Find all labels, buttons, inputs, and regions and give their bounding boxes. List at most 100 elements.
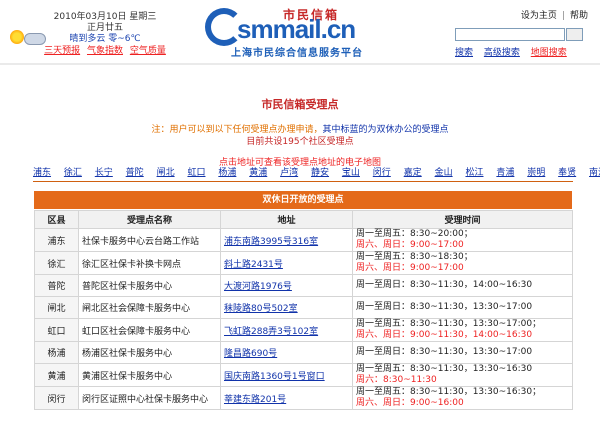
- row-address: 隆昌路690号: [220, 341, 353, 364]
- row-hours: 周一至周五：8:30~20:00； 周六、周日：9:00~17:00: [352, 228, 573, 252]
- help-link[interactable]: 帮助: [570, 11, 588, 21]
- row-address: 秣陵路80号502室: [220, 296, 353, 319]
- sun-icon: [10, 30, 24, 44]
- col-header-address: 地址: [220, 210, 353, 229]
- col-header-district: 区县: [34, 210, 79, 229]
- weather-summary: 晴到多云 零~6℃: [69, 34, 141, 44]
- district-link[interactable]: 长宁: [95, 165, 113, 178]
- row-district: 浦东: [34, 228, 79, 252]
- advanced-search-link[interactable]: 高级搜索: [484, 48, 520, 58]
- district-link[interactable]: 虹口: [187, 165, 205, 178]
- hours-weekday: 周一至周五：8:30~11:30，13:30~16:30: [356, 364, 533, 374]
- row-center-name: 普陀区社保卡服务中心: [78, 274, 221, 297]
- district-link[interactable]: 普陀: [126, 165, 144, 178]
- weather-link-forecast[interactable]: 三天预报: [44, 46, 80, 56]
- hours-weekday: 周一至周日：8:30~11:30，13:30~17:00: [356, 302, 533, 312]
- row-center-name: 闸北区社会保障卡服务中心: [78, 296, 221, 319]
- site-logo[interactable]: 市民信箱 smmail.cn 上海市民综合信息服务平台: [205, 6, 405, 59]
- address-map-link[interactable]: 斜土路2431号: [224, 260, 283, 270]
- hours-weekday: 周一至周五：8:30~11:30，13:30~16:30；: [356, 387, 542, 397]
- district-link[interactable]: 闵行: [373, 165, 391, 178]
- weather-row: 晴到多云 零~6℃: [0, 30, 210, 46]
- address-map-link[interactable]: 莘建东路201号: [224, 395, 286, 405]
- row-hours: 周一至周日：8:30~11:30，14:00~16:30: [352, 274, 573, 297]
- centers-table: 区县 受理点名称 地址 受理时间 浦东 社保卡服务中心云台路工作站 浦东南路39…: [34, 210, 573, 410]
- weather-link-index[interactable]: 气象指数: [87, 46, 123, 56]
- row-hours: 周一至周日：8:30~11:30，13:30~17:00: [352, 296, 573, 319]
- table-row: 闵行 闵行区证照中心社保卡服务中心 莘建东路201号 周一至周五：8:30~11…: [34, 386, 573, 410]
- row-center-name: 徐汇区社保卡补换卡网点: [78, 251, 221, 275]
- cloud-icon: [24, 33, 46, 45]
- table-header-row: 区县 受理点名称 地址 受理时间: [34, 210, 573, 229]
- hours-weekday: 周一至周五：8:30~20:00；: [356, 229, 473, 239]
- row-district: 普陀: [34, 274, 79, 297]
- search-submit-button[interactable]: [566, 28, 583, 41]
- district-link[interactable]: 卢湾: [280, 165, 298, 178]
- row-center-name: 闵行区证照中心社保卡服务中心: [78, 386, 221, 410]
- district-link[interactable]: 松江: [465, 165, 483, 178]
- top-links: 设为主页 | 帮助: [521, 8, 588, 21]
- weather-links: 三天预报 气象指数 空气质量: [0, 46, 210, 57]
- hours-weekend: 周六、周日：9:00~17:00: [356, 240, 464, 250]
- district-link[interactable]: 金山: [435, 165, 453, 178]
- address-map-link[interactable]: 国庆南路1360号1号窗口: [224, 372, 325, 382]
- district-link[interactable]: 南汇: [589, 165, 600, 178]
- hours-weekday: 周一至周日：8:30~11:30，14:00~16:30: [356, 280, 533, 290]
- address-map-link[interactable]: 隆昌路690号: [224, 349, 277, 359]
- table-row: 浦东 社保卡服务中心云台路工作站 浦东南路3995号316室 周一至周五：8:3…: [34, 228, 573, 252]
- district-link[interactable]: 徐汇: [64, 165, 82, 178]
- search-input[interactable]: [455, 28, 565, 41]
- logo-subtitle: 上海市民综合信息服务平台: [231, 48, 363, 59]
- table-row: 黄浦 黄浦区社保卡服务中心 国庆南路1360号1号窗口 周一至周五：8:30~1…: [34, 363, 573, 387]
- header-divider: [0, 63, 600, 65]
- col-header-hours: 受理时间: [352, 210, 573, 229]
- row-address: 莘建东路201号: [220, 386, 353, 410]
- row-district: 黄浦: [34, 363, 79, 387]
- weather-link-air[interactable]: 空气质量: [130, 46, 166, 56]
- row-center-name: 杨浦区社保卡服务中心: [78, 341, 221, 364]
- top-links-separator: |: [561, 11, 565, 21]
- district-link[interactable]: 闸北: [157, 165, 175, 178]
- row-center-name: 黄浦区社保卡服务中心: [78, 363, 221, 387]
- row-address: 飞虹路288弄3号102室: [220, 318, 353, 342]
- table-row: 虹口 虹口区社会保障卡服务中心 飞虹路288弄3号102室 周一至周五：8:30…: [34, 318, 573, 342]
- hours-weekend: 周六、周日：9:00~17:00: [356, 263, 464, 273]
- centers-table-wrap: 区县 受理点名称 地址 受理时间 浦东 社保卡服务中心云台路工作站 浦东南路39…: [34, 210, 573, 410]
- map-search-link[interactable]: 地图搜索: [531, 48, 567, 58]
- table-banner: 双休日开放的受理点: [34, 191, 572, 209]
- page-title: 市民信箱受理点: [261, 98, 339, 111]
- district-link[interactable]: 黄浦: [249, 165, 267, 178]
- row-district: 闸北: [34, 296, 79, 319]
- hours-weekday: 周一至周五：8:30~18:30；: [356, 252, 473, 262]
- hours-weekday: 周一至周日：8:30~11:30，13:30~17:00: [356, 347, 533, 357]
- district-link[interactable]: 奉贤: [558, 165, 576, 178]
- col-header-name: 受理点名称: [78, 210, 221, 229]
- district-link[interactable]: 杨浦: [218, 165, 236, 178]
- address-map-link[interactable]: 大渡河路1976号: [224, 282, 292, 292]
- district-nav: 浦东 徐汇 长宁 普陀 闸北 虹口 杨浦 黄浦 卢湾 静安 宝山 闵行 嘉定 金…: [33, 165, 600, 178]
- hours-weekend: 周六、周日：9:00~11:30，14:00~16:30: [356, 330, 533, 340]
- district-link[interactable]: 崇明: [527, 165, 545, 178]
- logo-latin: smmail.cn: [237, 14, 356, 44]
- address-map-link[interactable]: 飞虹路288弄3号102室: [224, 327, 318, 337]
- district-link[interactable]: 宝山: [342, 165, 360, 178]
- search-links: 搜索 高级搜索 地图搜索: [455, 45, 575, 58]
- row-address: 浦东南路3995号316室: [220, 228, 353, 252]
- table-row: 杨浦 杨浦区社保卡服务中心 隆昌路690号 周一至周日：8:30~11:30，1…: [34, 341, 573, 364]
- hours-weekend: 周六：8:30~11:30: [356, 375, 437, 385]
- row-address: 大渡河路1976号: [220, 274, 353, 297]
- row-center-name: 社保卡服务中心云台路工作站: [78, 228, 221, 252]
- district-link[interactable]: 静安: [311, 165, 329, 178]
- row-district: 杨浦: [34, 341, 79, 364]
- search-link[interactable]: 搜索: [455, 48, 473, 58]
- district-link[interactable]: 嘉定: [404, 165, 422, 178]
- district-link[interactable]: 浦东: [33, 165, 51, 178]
- table-row: 闸北 闸北区社会保障卡服务中心 秣陵路80号502室 周一至周日：8:30~11…: [34, 296, 573, 319]
- district-divider: [33, 181, 573, 182]
- address-map-link[interactable]: 秣陵路80号502室: [224, 304, 298, 314]
- weather-icon-group: [10, 28, 46, 46]
- set-homepage-link[interactable]: 设为主页: [521, 11, 557, 21]
- district-link[interactable]: 青浦: [496, 165, 514, 178]
- row-hours: 周一至周五：8:30~11:30，13:30~16:30； 周六、周日：9:00~…: [352, 386, 573, 410]
- address-map-link[interactable]: 浦东南路3995号316室: [224, 237, 318, 247]
